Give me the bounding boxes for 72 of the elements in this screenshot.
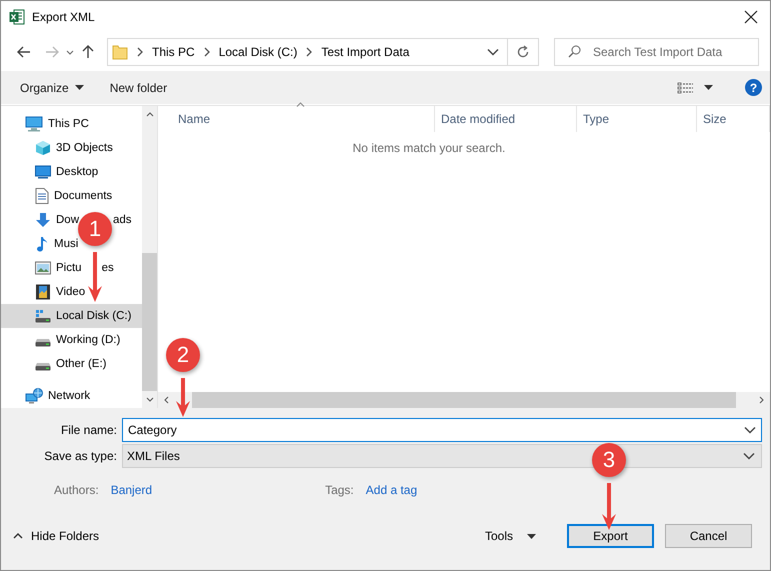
file-type-label: Save as type: xyxy=(43,449,118,463)
authors-value[interactable]: Banjerd xyxy=(110,483,152,497)
cancel-button[interactable]: Cancel xyxy=(665,524,752,548)
search-field[interactable]: Search Test Import Data xyxy=(554,38,759,66)
breadcrumb[interactable]: Local Disk (C:) xyxy=(218,45,298,59)
column-header[interactable]: Type xyxy=(577,106,697,132)
recent-locations-icon[interactable] xyxy=(66,50,74,54)
file-name-label: File name: xyxy=(60,423,118,437)
refresh-icon[interactable] xyxy=(516,45,530,59)
sidebar-item[interactable]: Working (D:) xyxy=(1,328,142,352)
tags-field[interactable]: Add a tag xyxy=(366,483,418,497)
spreadsheet-app-icon xyxy=(9,9,25,25)
sidebar-item[interactable]: 3D Objects xyxy=(1,136,142,160)
file-name-field[interactable]: Category xyxy=(122,418,762,442)
breadcrumb[interactable]: This PC xyxy=(152,45,195,59)
sidebar-item[interactable]: Desktop xyxy=(1,160,142,184)
help-button[interactable]: ? xyxy=(745,79,762,96)
window-title: Export XML xyxy=(32,10,96,24)
caret-icon xyxy=(704,85,713,90)
breadcrumb[interactable]: Test Import Data xyxy=(321,45,410,59)
caret-icon xyxy=(74,85,84,90)
up-arrow-icon[interactable] xyxy=(82,45,94,59)
tools-menu[interactable]: Tools xyxy=(484,529,536,543)
cube-icon xyxy=(35,140,51,156)
authors-label: Authors: xyxy=(54,483,100,497)
scroll-down-icon[interactable] xyxy=(146,397,154,402)
details-view-icon xyxy=(677,82,694,94)
view-options-button[interactable] xyxy=(677,82,713,94)
sidebar-item[interactable]: Other (E:) xyxy=(1,352,142,376)
download-arrow-icon xyxy=(35,212,51,228)
vertical-scrollbar[interactable] xyxy=(142,106,157,408)
empty-message: No items match your search. xyxy=(352,141,506,155)
scroll-up-icon[interactable] xyxy=(146,112,154,117)
hide-folders-button[interactable]: Hide Folders xyxy=(13,529,100,543)
horizontal-scrollbar[interactable] xyxy=(158,392,770,408)
column-header[interactable]: Date modified xyxy=(435,106,577,132)
chevron-up-icon xyxy=(13,533,23,539)
organize-menu[interactable]: Organize xyxy=(20,80,84,94)
film-icon xyxy=(35,284,51,300)
caret-icon xyxy=(527,534,536,538)
chevron-icon xyxy=(305,47,314,57)
computer-icon xyxy=(25,116,43,132)
sidebar-item[interactable]: Local Disk (C:) xyxy=(1,304,142,328)
new-folder-button[interactable]: New folder xyxy=(110,80,168,94)
desktop-icon xyxy=(35,165,51,179)
column-header[interactable]: Name xyxy=(158,106,435,132)
arrow xyxy=(602,483,616,530)
dropdown-icon xyxy=(743,452,755,460)
chevron-icon xyxy=(202,47,211,57)
sidebar-item[interactable]: Documents xyxy=(1,184,142,208)
music-note-icon xyxy=(35,236,49,252)
back-arrow-icon[interactable] xyxy=(17,46,31,58)
document-icon xyxy=(35,188,49,204)
sidebar-item[interactable]: Network xyxy=(1,384,142,408)
chevron-icon xyxy=(136,47,144,57)
tags-label: Tags: xyxy=(325,483,354,497)
dropdown-icon xyxy=(744,426,756,434)
arrow xyxy=(88,252,102,302)
drive-icon xyxy=(35,309,51,323)
sidebar-item[interactable]: Pictu es xyxy=(1,256,142,280)
column-header[interactable]: Size xyxy=(697,106,770,132)
dropdown-icon xyxy=(487,48,499,56)
search-icon xyxy=(568,45,581,58)
landscape-picture-icon xyxy=(35,261,51,275)
folder-icon xyxy=(112,44,128,60)
sort-caret-icon xyxy=(296,102,305,107)
arrow xyxy=(176,378,190,417)
address-bar[interactable]: This PC Local Disk (C:) Test Import Data xyxy=(107,38,539,66)
close-icon[interactable] xyxy=(744,10,758,24)
network-icon xyxy=(25,388,43,404)
sidebar-item[interactable]: This PC xyxy=(1,112,142,136)
export-button[interactable]: Export xyxy=(567,524,654,548)
